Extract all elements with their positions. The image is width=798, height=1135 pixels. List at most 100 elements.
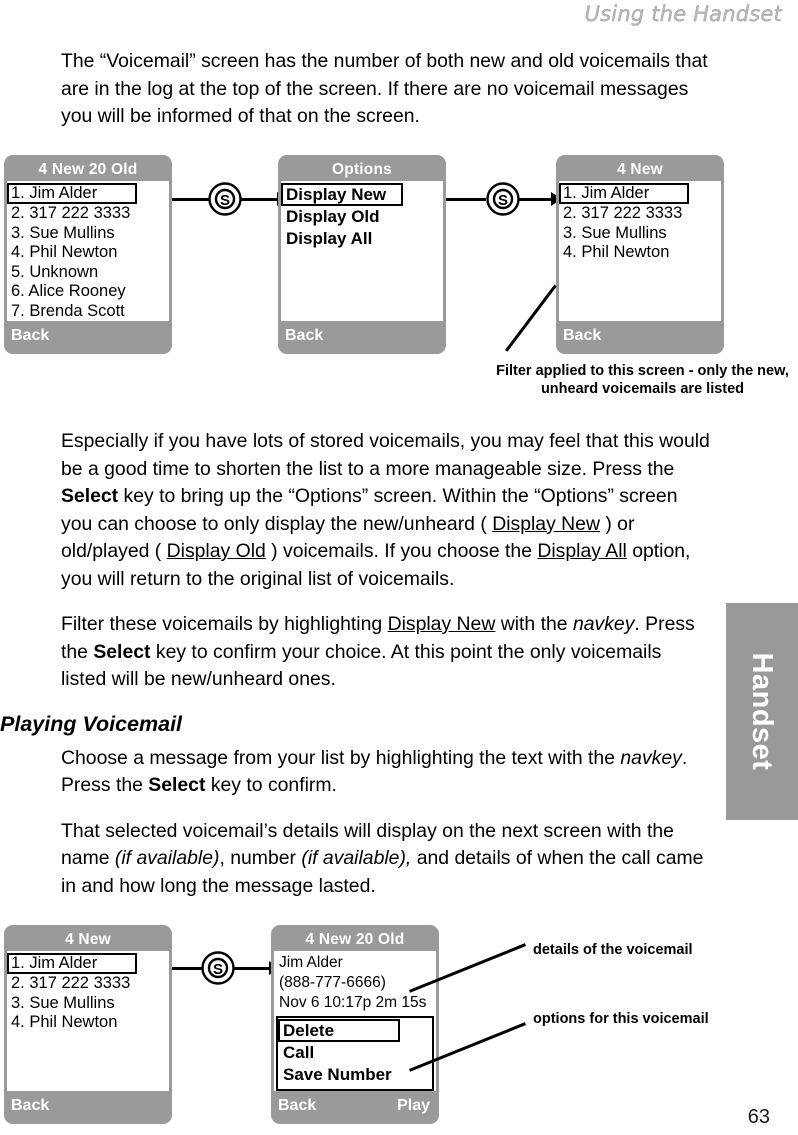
- softkey-bar: Back Play: [274, 1091, 436, 1120]
- list-item[interactable]: 3. Sue Mullins: [559, 224, 721, 244]
- section-heading-playing-voicemail: Playing Voicemail: [0, 711, 183, 736]
- flow-line: [172, 198, 210, 201]
- phone-title: 4 New 20 Old: [38, 161, 138, 178]
- options-list: Delete Call Save Number: [278, 1019, 432, 1086]
- text-run: key to confirm your choice. At this poin…: [61, 640, 662, 691]
- phone-title: 4 New 20 Old: [305, 931, 405, 948]
- phone-title: Options: [332, 161, 392, 178]
- chapter-thumb-tab-label: Handset: [746, 652, 779, 771]
- svg-text:S: S: [220, 192, 230, 209]
- text-run: ) voicemails. If you choose the: [265, 540, 538, 562]
- text-run: Choose a message from your list by highl…: [61, 746, 621, 769]
- list-item[interactable]: 2. 317 222 3333: [7, 204, 169, 224]
- softkey-back[interactable]: Back: [7, 1093, 86, 1120]
- detail-timestamp-duration: Nov 6 10:17p 2m 15s: [279, 994, 427, 1011]
- softkey-back[interactable]: Back: [559, 323, 638, 350]
- list-item[interactable]: 1. Jim Alder: [559, 183, 689, 204]
- list-item[interactable]: Display Old: [281, 206, 443, 228]
- callout-options-for-voicemail: options for this voicemail: [533, 1011, 709, 1027]
- phone-screen-options: Options Display New Display Old Display …: [278, 155, 446, 354]
- voicemail-list: 1. Jim Alder 2. 317 222 3333 3. Sue Mull…: [7, 953, 169, 1033]
- voicemail-list: 1. Jim Alder 2. 317 222 3333 3. Sue Mull…: [559, 183, 721, 263]
- flow-line: [519, 198, 553, 201]
- intro-paragraph: The “Voicemail” screen has the number of…: [61, 50, 708, 127]
- menu-ref-display-old: Display Old: [166, 540, 266, 562]
- softkey-right[interactable]: [640, 323, 721, 350]
- key-name-select: Select: [93, 640, 151, 663]
- select-key-icon: S: [208, 182, 242, 216]
- page-number: 63: [747, 1106, 770, 1128]
- callout-filter-note: Filter applied to this screen - only the…: [496, 363, 789, 397]
- callout-leader-line: [505, 284, 557, 352]
- flow-line: [241, 198, 279, 201]
- list-item[interactable]: Display All: [281, 228, 443, 250]
- paragraph-choose-message: Choose a message from your list by highl…: [61, 745, 711, 800]
- softkey-right[interactable]: [88, 323, 169, 350]
- select-key-icon: S: [201, 951, 235, 985]
- detail-caller-name: Jim Alder: [279, 954, 343, 971]
- phone-display: 1. Jim Alder 2. 317 222 3333 3. Sue Mull…: [559, 181, 721, 321]
- list-item[interactable]: 6. Alice Rooney: [7, 282, 169, 302]
- callout-details-of-voicemail: details of the voicemail: [533, 942, 693, 958]
- softkey-play[interactable]: Play: [355, 1093, 436, 1120]
- phone-title: 4 New: [65, 931, 111, 948]
- phone-display: Display New Display Old Display All: [281, 181, 443, 321]
- list-item[interactable]: 1. Jim Alder: [7, 953, 137, 974]
- note-if-available: (if available),: [301, 847, 412, 869]
- flow-line: [234, 967, 271, 970]
- flow-line: [172, 967, 202, 970]
- svg-text:S: S: [498, 192, 508, 209]
- list-item[interactable]: 2. 317 222 3333: [7, 974, 169, 994]
- paragraph-voicemail-details: That selected voicemail’s details will d…: [61, 818, 711, 901]
- paragraph-options-screen: Especially if you have lots of stored vo…: [61, 428, 711, 593]
- softkey-back[interactable]: Back: [281, 323, 360, 350]
- running-header: Using the Handset: [584, 2, 782, 26]
- text-run: Filter these voicemails by highlighting: [61, 613, 388, 635]
- list-item[interactable]: Display New: [281, 183, 403, 206]
- phone-title: 4 New: [617, 161, 663, 178]
- options-list: Display New Display Old Display All: [281, 183, 443, 250]
- text-run: Especially if you have lots of stored vo…: [61, 430, 710, 480]
- list-item[interactable]: 4. Phil Newton: [7, 1013, 169, 1033]
- list-item[interactable]: 3. Sue Mullins: [7, 224, 169, 244]
- softkey-right[interactable]: [362, 323, 443, 350]
- phone-screen-new-only: 4 New 1. Jim Alder 2. 317 222 3333 3. Su…: [556, 155, 724, 354]
- list-item[interactable]: Delete: [278, 1019, 400, 1042]
- text-run: , number: [219, 847, 302, 869]
- softkey-back[interactable]: Back: [274, 1093, 353, 1120]
- key-name-select: Select: [61, 485, 119, 507]
- note-if-available: (if available): [114, 847, 220, 869]
- phone-screen-voicemail-detail: 4 New 20 Old Jim Alder (888-777-6666) No…: [271, 925, 439, 1124]
- softkey-back[interactable]: Back: [7, 323, 86, 350]
- list-item[interactable]: 4. Phil Newton: [7, 243, 169, 263]
- svg-text:S: S: [213, 961, 223, 978]
- key-name-select: Select: [148, 774, 206, 796]
- text-run: with the: [495, 613, 573, 635]
- list-item[interactable]: 4. Phil Newton: [559, 243, 721, 263]
- key-name-navkey: navkey: [572, 613, 635, 635]
- flow-line: [446, 198, 486, 201]
- menu-ref-display-all: Display All: [537, 540, 627, 562]
- softkey-bar: Back: [7, 1091, 169, 1120]
- list-item[interactable]: 3. Sue Mullins: [7, 994, 169, 1014]
- phone-screen-voicemail-list: 4 New 20 Old 1. Jim Alder 2. 317 222 333…: [4, 155, 172, 354]
- voicemail-list: 1. Jim Alder 2. 317 222 3333 3. Sue Mull…: [7, 183, 169, 321]
- phone-display: 1. Jim Alder 2. 317 222 3333 3. Sue Mull…: [7, 951, 169, 1091]
- list-item[interactable]: 5. Unknown: [7, 263, 169, 283]
- text-run: key to confirm.: [205, 774, 337, 796]
- list-item[interactable]: Call: [278, 1042, 432, 1064]
- softkey-bar: Back: [281, 321, 443, 350]
- select-key-icon: S: [486, 182, 520, 216]
- chapter-thumb-tab: Handset: [726, 603, 798, 820]
- softkey-bar: Back: [559, 321, 721, 350]
- list-item[interactable]: 7. Brenda Scott: [7, 302, 169, 322]
- list-item[interactable]: Save Number: [278, 1064, 432, 1086]
- key-name-navkey: navkey: [620, 746, 682, 769]
- softkey-right[interactable]: [88, 1093, 169, 1120]
- list-item[interactable]: 2. 317 222 3333: [559, 204, 721, 224]
- menu-ref-display-new: Display New: [492, 512, 600, 535]
- list-item[interactable]: 1. Jim Alder: [7, 183, 137, 204]
- phone-screen-new-list: 4 New 1. Jim Alder 2. 317 222 3333 3. Su…: [4, 925, 172, 1124]
- phone-display: 1. Jim Alder 2. 317 222 3333 3. Sue Mull…: [7, 181, 169, 321]
- voicemail-options-box: Delete Call Save Number: [276, 1016, 434, 1091]
